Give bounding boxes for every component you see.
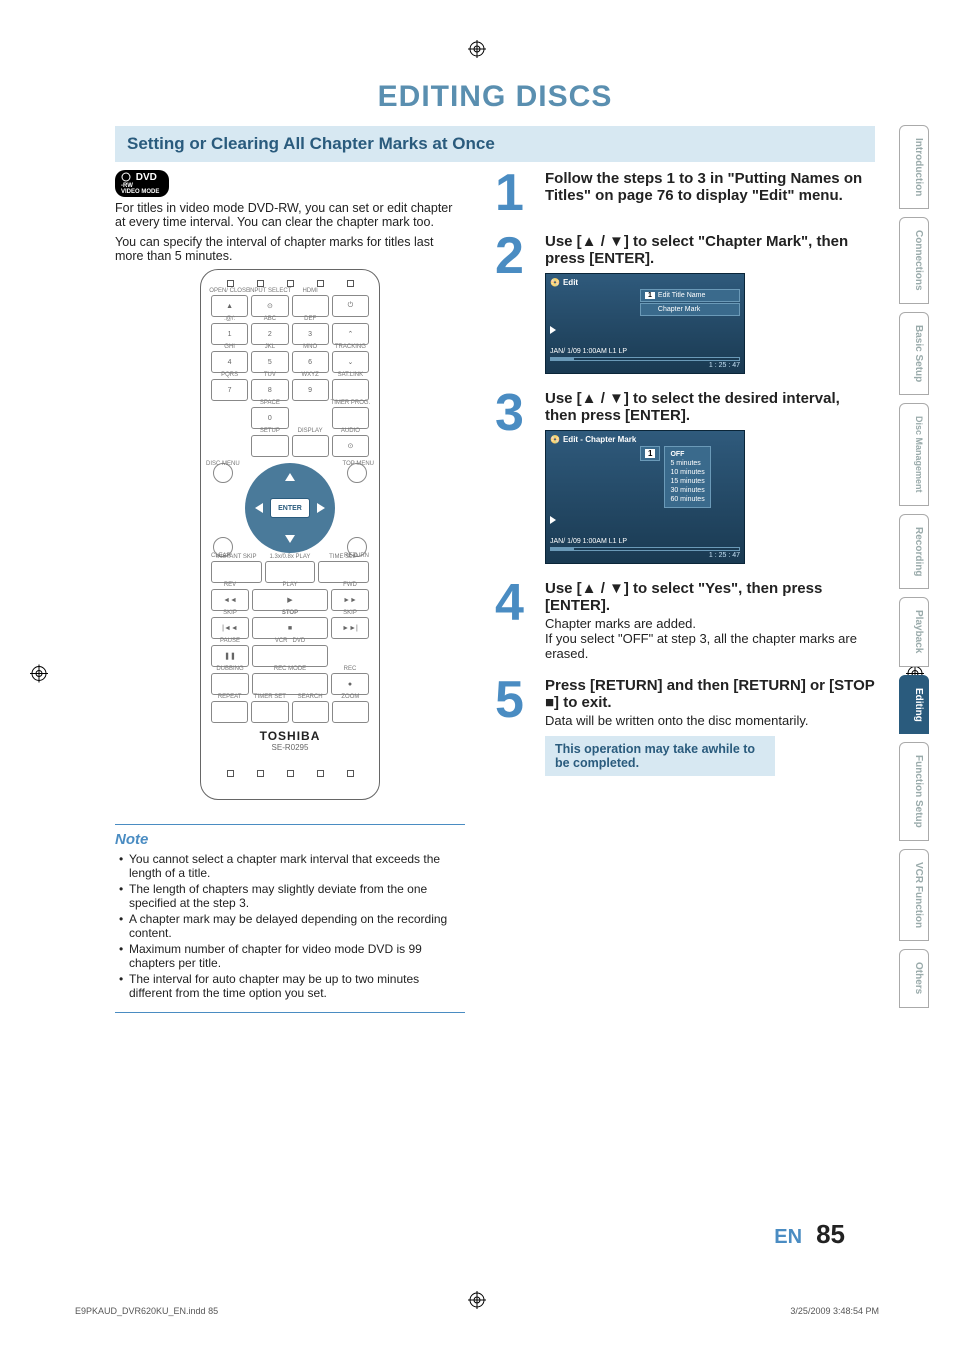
registration-mark-left [30, 664, 48, 687]
tab-playback[interactable]: Playback [899, 597, 929, 666]
right-column: 1 Follow the steps 1 to 3 in "Putting Na… [495, 170, 875, 1013]
tab-vcr-function[interactable]: VCR Function [899, 849, 929, 941]
step-body-text: If you select "OFF" at step 3, all the c… [545, 631, 875, 661]
note-item: The interval for auto chapter may be up … [119, 972, 465, 1000]
tab-recording[interactable]: Recording [899, 514, 929, 589]
note-item: Maximum number of chapter for video mode… [119, 942, 465, 970]
step-text: Follow the steps 1 to 3 in "Putting Name… [545, 170, 875, 204]
step-text: Use [▲ / ▼] to select "Chapter Mark", th… [545, 233, 875, 267]
note-heading: Note [115, 831, 465, 848]
remote-brand: TOSHIBA [211, 729, 369, 743]
section-title: Setting or Clearing All Chapter Marks at… [127, 134, 863, 154]
step-number: 4 [495, 580, 535, 661]
tab-connections[interactable]: Connections [899, 217, 929, 304]
tab-introduction[interactable]: Introduction [899, 125, 929, 209]
page-content: EDITING DISCS Setting or Clearing All Ch… [75, 70, 885, 1270]
registration-mark-top [468, 40, 486, 63]
note-item: A chapter mark may be delayed depending … [119, 912, 465, 940]
intro-paragraph-1: For titles in video mode DVD-RW, you can… [115, 201, 465, 229]
sidebar-tabs: Introduction Connections Basic Setup Dis… [899, 125, 929, 1008]
note-item: The length of chapters may slightly devi… [119, 882, 465, 910]
print-file: E9PKAUD_DVR620KU_EN.indd 85 [75, 1306, 218, 1316]
step-text: Press [RETURN] and then [RETURN] or [STO… [545, 677, 875, 711]
tab-editing[interactable]: Editing [899, 675, 929, 735]
step-4: 4 Use [▲ / ▼] to select "Yes", then pres… [495, 580, 875, 661]
intro-paragraph-2: You can specify the interval of chapter … [115, 235, 465, 263]
tab-disc-management[interactable]: Disc Management [899, 403, 929, 506]
remote-model: SE-R0295 [211, 743, 369, 752]
step-text: Use [▲ / ▼] to select "Yes", then press … [545, 580, 875, 614]
note-list: You cannot select a chapter mark interva… [115, 852, 465, 1000]
section-header: Setting or Clearing All Chapter Marks at… [115, 126, 875, 162]
dvd-badge: DVD -RW VIDEO MODE [115, 170, 169, 197]
osd-edit-menu: 📀 Edit 1Edit Title Name 1Chapter Mark JA… [545, 273, 745, 374]
page-title: EDITING DISCS [115, 80, 875, 114]
note-item: You cannot select a chapter mark interva… [119, 852, 465, 880]
note-box: Note You cannot select a chapter mark in… [115, 824, 465, 1013]
print-footer: E9PKAUD_DVR620KU_EN.indd 85 3/25/2009 3:… [75, 1306, 879, 1316]
tab-function-setup[interactable]: Function Setup [899, 742, 929, 841]
step-number: 2 [495, 233, 535, 374]
osd-chapter-mark-menu: 📀 Edit - Chapter Mark 1 OFF 5 minutes 10… [545, 430, 745, 565]
print-date: 3/25/2009 3:48:54 PM [790, 1306, 879, 1316]
tip-box: This operation may take awhile to be com… [545, 736, 775, 776]
step-2: 2 Use [▲ / ▼] to select "Chapter Mark", … [495, 233, 875, 374]
page-footer: EN 85 [774, 1219, 845, 1250]
left-column: DVD -RW VIDEO MODE For titles in video m… [115, 170, 465, 1013]
footer-page-number: 85 [816, 1219, 845, 1250]
step-text: Use [▲ / ▼] to select the desired interv… [545, 390, 875, 424]
step-number: 1 [495, 170, 535, 217]
step-5: 5 Press [RETURN] and then [RETURN] or [S… [495, 677, 875, 776]
footer-lang: EN [774, 1226, 802, 1249]
step-1: 1 Follow the steps 1 to 3 in "Putting Na… [495, 170, 875, 217]
step-body-text: Chapter marks are added. [545, 616, 875, 631]
step-body-text: Data will be written onto the disc momen… [545, 713, 875, 728]
step-number: 3 [495, 390, 535, 565]
step-number: 5 [495, 677, 535, 776]
step-3: 3 Use [▲ / ▼] to select the desired inte… [495, 390, 875, 565]
tab-others[interactable]: Others [899, 949, 929, 1007]
remote-control-diagram: OPEN/ CLOSE▲ INPUT SELECT⊙ HDMI ⏻ .@/:1 … [200, 269, 380, 800]
tab-basic-setup[interactable]: Basic Setup [899, 312, 929, 395]
